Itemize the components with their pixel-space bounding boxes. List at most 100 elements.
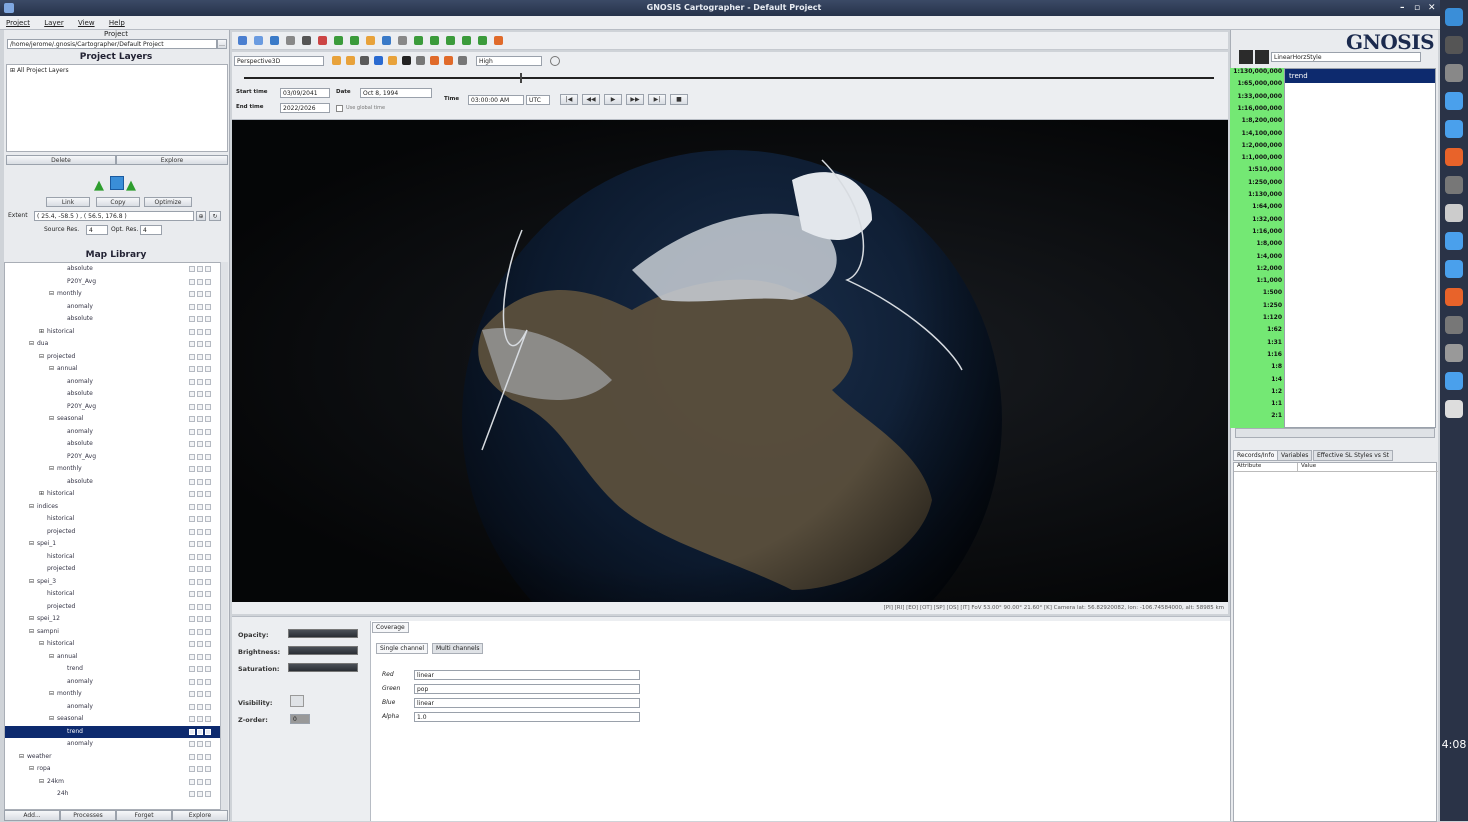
up-arrow-icon[interactable]: ▲ [94,178,104,193]
layer-checkbox[interactable] [189,728,195,735]
tree-node[interactable]: ⊟ sampni [5,626,223,639]
layer-checkbox[interactable] [205,303,211,310]
layer-checkbox[interactable] [205,653,211,660]
toolbar-icon[interactable] [382,36,391,45]
layer-checkbox[interactable] [197,491,203,497]
toolbar-icon[interactable] [286,36,295,45]
layer-checkbox[interactable] [197,341,203,347]
start-time-field[interactable]: 03/09/2041 [280,88,330,98]
taskbar-app-icon[interactable] [1445,288,1463,306]
layer-checkbox[interactable] [197,703,203,710]
layer-checkbox[interactable] [189,753,195,760]
scale-item[interactable]: 1:4,100,000 [1230,130,1282,137]
layer-checkbox[interactable] [197,403,203,410]
scale-item[interactable]: 1:16,000 [1230,228,1282,235]
style-list-item-selected[interactable]: trend [1285,69,1435,83]
layer-checkbox[interactable] [205,728,211,735]
layer-checkbox[interactable] [189,528,195,535]
layer-checkbox[interactable] [189,616,195,622]
taskbar-app-icon[interactable] [1445,36,1463,54]
layer-checkbox[interactable] [205,778,211,785]
tree-node[interactable]: ⊟ weather [5,751,223,764]
tree-node[interactable]: ⊟ seasonal [5,413,223,426]
value-column-header[interactable]: Value [1298,463,1438,472]
tab-coverage[interactable]: Coverage [372,622,409,633]
delete-layer-button[interactable]: Delete [6,155,116,165]
time-field[interactable]: 03:00:00 AM [468,95,524,105]
tree-node[interactable]: ⊟ annual [5,363,223,376]
opacity-slider[interactable] [288,629,358,638]
extent-field[interactable]: ( 25.4, -58.5 ) , ( 56.5, 176.8 ) [34,211,194,221]
stop-button[interactable]: ■ [670,94,688,105]
brightness-slider[interactable] [288,646,358,655]
layer-checkbox[interactable] [197,778,203,785]
layer-checkbox[interactable] [205,328,211,335]
expand-toggle-icon[interactable]: ⊞ [39,326,45,339]
step-back-button[interactable]: ◀◀ [582,94,600,105]
tree-node[interactable]: projected [5,563,223,576]
layer-checkbox[interactable] [189,341,195,347]
layer-checkbox[interactable] [189,778,195,785]
layer-checkbox[interactable] [205,341,211,347]
tree-node[interactable]: ⊟ spei_1 [5,538,223,551]
source-res-field[interactable]: 4 [86,225,108,235]
step-forward-button[interactable]: ▶▶ [626,94,644,105]
layer-checkbox[interactable] [189,603,195,610]
layer-checkbox[interactable] [205,553,211,560]
channel-select[interactable]: linear [414,670,640,680]
layer-checkbox[interactable] [205,641,211,647]
tree-node[interactable]: projected [5,601,223,614]
layer-checkbox[interactable] [197,441,203,447]
scale-item[interactable]: 2:1 [1230,412,1282,419]
expand-toggle-icon[interactable]: ⊟ [49,463,55,476]
tree-node[interactable]: historical [5,551,223,564]
toolbar-icon[interactable] [302,36,311,45]
layer-checkbox[interactable] [189,416,195,422]
tree-node[interactable]: anomaly [5,376,223,389]
tree-node[interactable]: anomaly [5,701,223,714]
tree-node[interactable]: anomaly [5,426,223,439]
toolbar-icon[interactable] [334,36,343,45]
toolbar-icon[interactable] [254,36,263,45]
layer-checkbox[interactable] [205,391,211,397]
layer-checkbox[interactable] [197,591,203,597]
tree-node-all-layers[interactable]: ⊞ All Project Layers [7,65,227,76]
browse-button[interactable]: … [217,39,227,49]
layer-checkbox[interactable] [205,278,211,285]
layer-checkbox[interactable] [189,403,195,410]
forget-button[interactable]: Forget [116,810,172,821]
tab-variables[interactable]: Variables [1277,450,1313,461]
project-path-field[interactable]: /home/jerome/.gnosis/Cartographer/Defaul… [7,39,217,49]
menu-project[interactable]: Project [0,16,36,30]
layer-checkbox[interactable] [197,653,203,660]
tab-effective-styles[interactable]: Effective SL Styles vs St [1313,450,1393,461]
tree-node[interactable]: ⊟ monthly [5,463,223,476]
layer-checkbox[interactable] [189,278,195,285]
layer-checkbox[interactable] [205,378,211,385]
layer-checkbox[interactable] [197,728,203,735]
toolbar-icon[interactable] [366,36,375,45]
globe-viewport[interactable] [232,120,1228,602]
layer-checkbox[interactable] [189,591,195,597]
scale-item[interactable]: 1:31 [1230,339,1282,346]
layer-checkbox[interactable] [197,516,203,522]
taskbar-app-icon[interactable] [1445,232,1463,250]
layer-checkbox[interactable] [205,503,211,510]
expand-toggle-icon[interactable]: ⊞ [39,488,45,501]
layer-checkbox[interactable] [189,353,195,360]
layer-checkbox[interactable] [197,478,203,485]
tree-node[interactable]: absolute [5,263,223,276]
up-arrow-icon-2[interactable]: ▲ [126,178,136,193]
map-library-tree[interactable]: absolute P20Y_Avg ⊟ monthly anomaly absolute ⊞… [4,262,228,810]
timezone-select[interactable]: UTC [526,95,550,105]
scale-item[interactable]: 1:1,000 [1230,277,1282,284]
layer-checkbox[interactable] [197,353,203,360]
layer-checkbox[interactable] [189,303,195,310]
tree-node[interactable]: absolute [5,313,223,326]
layer-checkbox[interactable] [197,616,203,622]
view-tool-icon[interactable] [374,56,383,65]
layer-checkbox[interactable] [205,491,211,497]
tree-node[interactable]: ⊟ seasonal [5,713,223,726]
layer-checkbox[interactable] [197,603,203,610]
tree-node[interactable]: absolute [5,476,223,489]
